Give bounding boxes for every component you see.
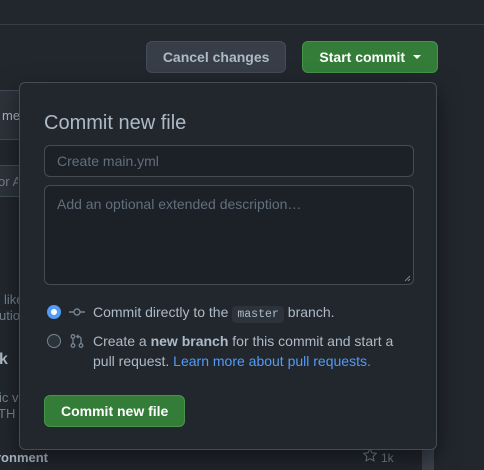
star-icon (362, 447, 378, 467)
background-fragment-environment: ronment (0, 450, 48, 465)
option-commit-direct[interactable]: Commit directly to the master branch. (47, 304, 335, 323)
git-commit-icon (69, 308, 85, 316)
popover-title: Commit new file (44, 112, 187, 134)
header-actions: Cancel changes Start commit (145, 41, 438, 73)
commit-description-textarea[interactable] (44, 185, 414, 285)
start-commit-button[interactable]: Start commit (302, 41, 438, 73)
star-button[interactable]: 1k (362, 447, 394, 467)
cancel-changes-button[interactable]: Cancel changes (145, 41, 287, 73)
branch-name: master (232, 306, 284, 323)
background-fragment-like: like (4, 292, 20, 307)
option-new-branch[interactable]: Create a new branch for this commit and … (47, 333, 417, 371)
commit-popover: Commit new file Commit directly to thema… (19, 82, 437, 450)
background-fragment-k: k (0, 351, 8, 368)
star-count: 1k (381, 450, 394, 465)
option-new-branch-bold: new branch (150, 333, 229, 349)
commit-new-file-button[interactable]: Commit new file (44, 395, 186, 427)
background-fragment-ic: ic v (0, 390, 19, 405)
option-direct-prefix: Commit directly to the (93, 304, 229, 320)
option-direct-suffix: branch. (287, 304, 335, 320)
start-commit-label: Start commit (319, 49, 405, 65)
background-fragment-utio: utio (0, 308, 19, 323)
background-fragment-th: TH (0, 406, 16, 421)
chevron-down-icon (413, 55, 421, 59)
option-direct-text: Commit directly to the master branch. (93, 304, 335, 323)
option-new-branch-prefix: Create a (93, 333, 147, 349)
top-divider (0, 24, 484, 25)
background-fragment-or: or A (0, 174, 18, 189)
learn-more-link[interactable]: Learn more about pull requests. (173, 353, 371, 369)
commit-summary-input[interactable] (44, 145, 414, 177)
radio-commit-direct[interactable] (47, 305, 61, 319)
radio-new-branch[interactable] (47, 334, 61, 348)
option-new-branch-text: Create a new branch for this commit and … (69, 331, 399, 371)
